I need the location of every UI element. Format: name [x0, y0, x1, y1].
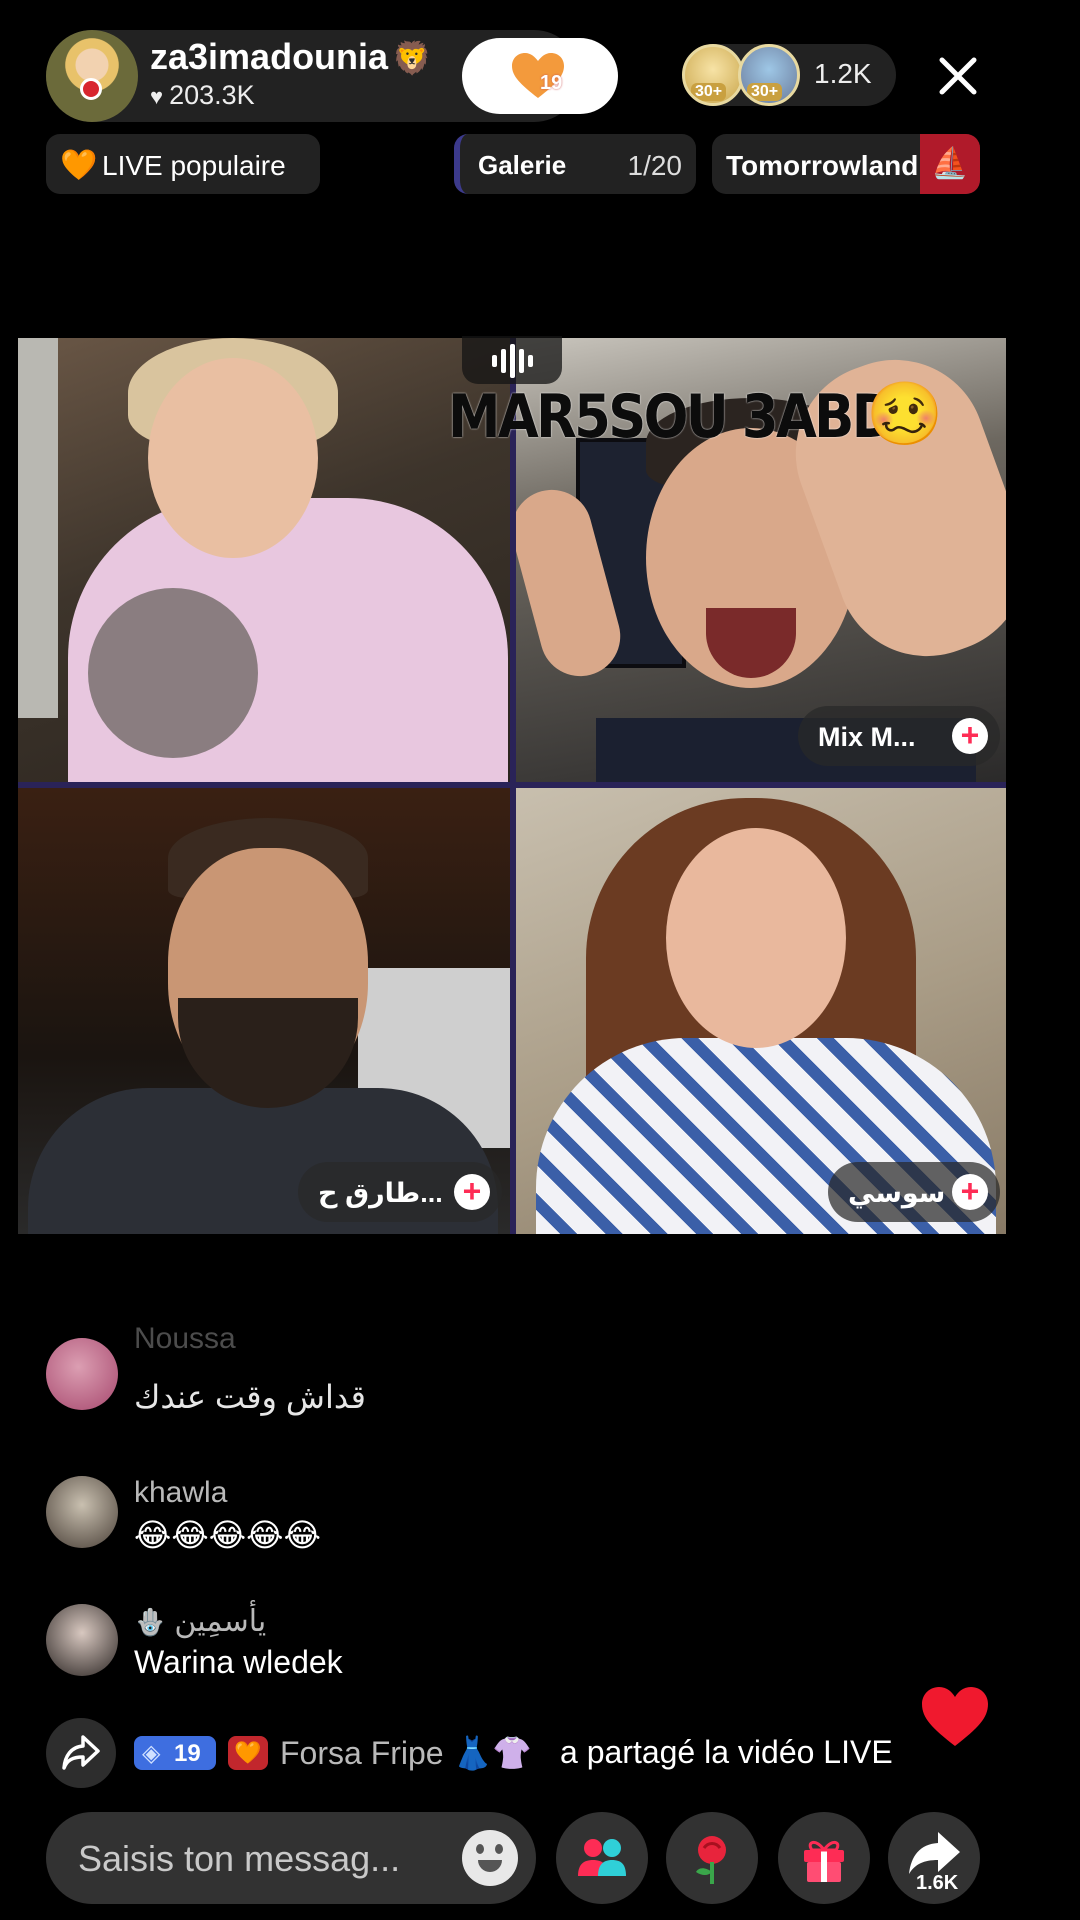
share-arrow-icon — [62, 1735, 100, 1770]
scene-face — [666, 828, 846, 1048]
flag-icon — [80, 78, 102, 100]
comment-text: Warina wledek — [134, 1644, 343, 1680]
fan-club-heart-badge: 🧡 — [228, 1736, 268, 1770]
ship-icon: ⛵ — [920, 134, 980, 194]
gallery-count: 1/20 — [627, 150, 683, 181]
guest-name: طارق ح... — [318, 1178, 443, 1208]
commenter-name[interactable]: khawla — [134, 1476, 227, 1510]
close-icon[interactable] — [934, 52, 982, 100]
host-info-pill[interactable]: za3imadounia 🦁 ♥ 203.3K 19 — [46, 30, 618, 122]
viewer-rank-badge: 30+ — [691, 83, 727, 101]
woozy-face-icon: 🥴 — [866, 380, 944, 449]
tomorrowland-label: Tomorrowland — [726, 150, 919, 181]
rose-gift-button[interactable] — [666, 1812, 758, 1904]
share-arrow-button[interactable] — [46, 1718, 116, 1788]
guest-name-tag[interactable]: طارق ح... + — [298, 1162, 502, 1222]
host-avatar[interactable] — [46, 30, 138, 122]
user-level-badge: ◈ 19 — [134, 1736, 216, 1770]
diamond-icon: ◈ — [142, 1740, 161, 1767]
share-count: 1.6K — [916, 1872, 959, 1894]
share-icon — [909, 1832, 960, 1874]
rose-icon — [696, 1836, 726, 1884]
host-likes: ♥ 203.3K — [150, 80, 255, 110]
commenter-avatar[interactable] — [46, 1338, 118, 1410]
comment-placeholder: Saisis ton messag... — [78, 1838, 401, 1879]
emoji-mouth — [478, 1860, 502, 1872]
share-notification: ◈ 19 🧡 Forsa Fripe 👗👚 a partagé la vidéo… — [46, 1718, 986, 1790]
guest-name-tag[interactable]: Mix M... + — [798, 706, 1000, 766]
follow-plus-icon[interactable]: + — [952, 718, 988, 754]
share-button[interactable]: 1.6K — [888, 1812, 980, 1904]
emoji-icon[interactable] — [462, 1830, 518, 1886]
gift-button[interactable] — [778, 1812, 870, 1904]
commenter-avatar[interactable] — [46, 1476, 118, 1548]
live-popular-badge[interactable]: 🧡 LIVE populaire — [46, 134, 320, 194]
multi-guest-video-grid: MAR5SOU 3ABD 🥴 Mix M... + طارق ح... + سو… — [18, 336, 1006, 1234]
comment-text: قداش وقت عندك — [134, 1379, 366, 1415]
video-tile-host[interactable] — [18, 338, 510, 782]
audio-wave-icon[interactable] — [462, 336, 562, 384]
commenter-name[interactable]: 🪬 يأسمِين — [134, 1604, 266, 1639]
guest-name-tag[interactable]: سوسي ... + — [828, 1162, 1000, 1222]
follow-plus-icon[interactable]: + — [952, 1174, 988, 1210]
scene-teddy-print — [88, 588, 258, 758]
scene-face — [148, 358, 318, 558]
lion-icon: 🦁 — [392, 40, 432, 76]
follow-button[interactable]: 19 — [462, 38, 618, 114]
host-username: za3imadounia 🦁 — [150, 36, 432, 77]
comment-input[interactable]: Saisis ton messag... — [46, 1812, 536, 1904]
live-popular-label: LIVE populaire — [102, 150, 286, 181]
viewer-count: 1.2K — [814, 58, 872, 89]
guest-name: Mix M... — [818, 722, 916, 752]
gallery-label: Galerie — [478, 150, 567, 180]
audio-bars-icon — [492, 344, 533, 378]
gift-icon — [804, 1841, 844, 1882]
floating-heart-icon — [922, 1687, 988, 1746]
follow-plus-icon[interactable]: + — [454, 1174, 490, 1210]
heart-icon: ♥ — [150, 84, 164, 109]
share-message: a partagé la vidéo LIVE — [560, 1734, 893, 1770]
scene-cabinet — [18, 338, 58, 718]
overlay-title: MAR5SOU 3ABD — [448, 382, 896, 452]
hamsa-icon: 🪬 — [134, 1607, 167, 1637]
gallery-badge[interactable]: Galerie 1/20 — [454, 134, 696, 194]
tomorrowland-badge[interactable]: Tomorrowland ⛵ — [712, 134, 980, 194]
commenter-name[interactable]: Noussa — [134, 1322, 236, 1356]
top-viewer-avatar[interactable]: 30+ — [682, 44, 744, 106]
people-icon — [578, 1839, 626, 1876]
emoji-eye — [476, 1844, 484, 1854]
follow-badge-count: 19 — [540, 72, 563, 94]
top-viewer-avatar[interactable]: 30+ — [738, 44, 800, 106]
commenter-avatar[interactable] — [46, 1604, 118, 1676]
broken-heart-icon: 🧡 — [60, 149, 98, 182]
viewer-list[interactable]: 30+ 30+ 1.2K — [682, 44, 896, 106]
comment-text: 😂😂😂😂😂 — [134, 1517, 321, 1553]
grid-divider — [18, 782, 1006, 788]
emoji-eye — [495, 1844, 503, 1854]
share-username[interactable]: Forsa Fripe 👗👚 — [280, 1734, 532, 1772]
multi-guest-button[interactable] — [556, 1812, 648, 1904]
viewer-rank-badge: 30+ — [747, 83, 783, 101]
